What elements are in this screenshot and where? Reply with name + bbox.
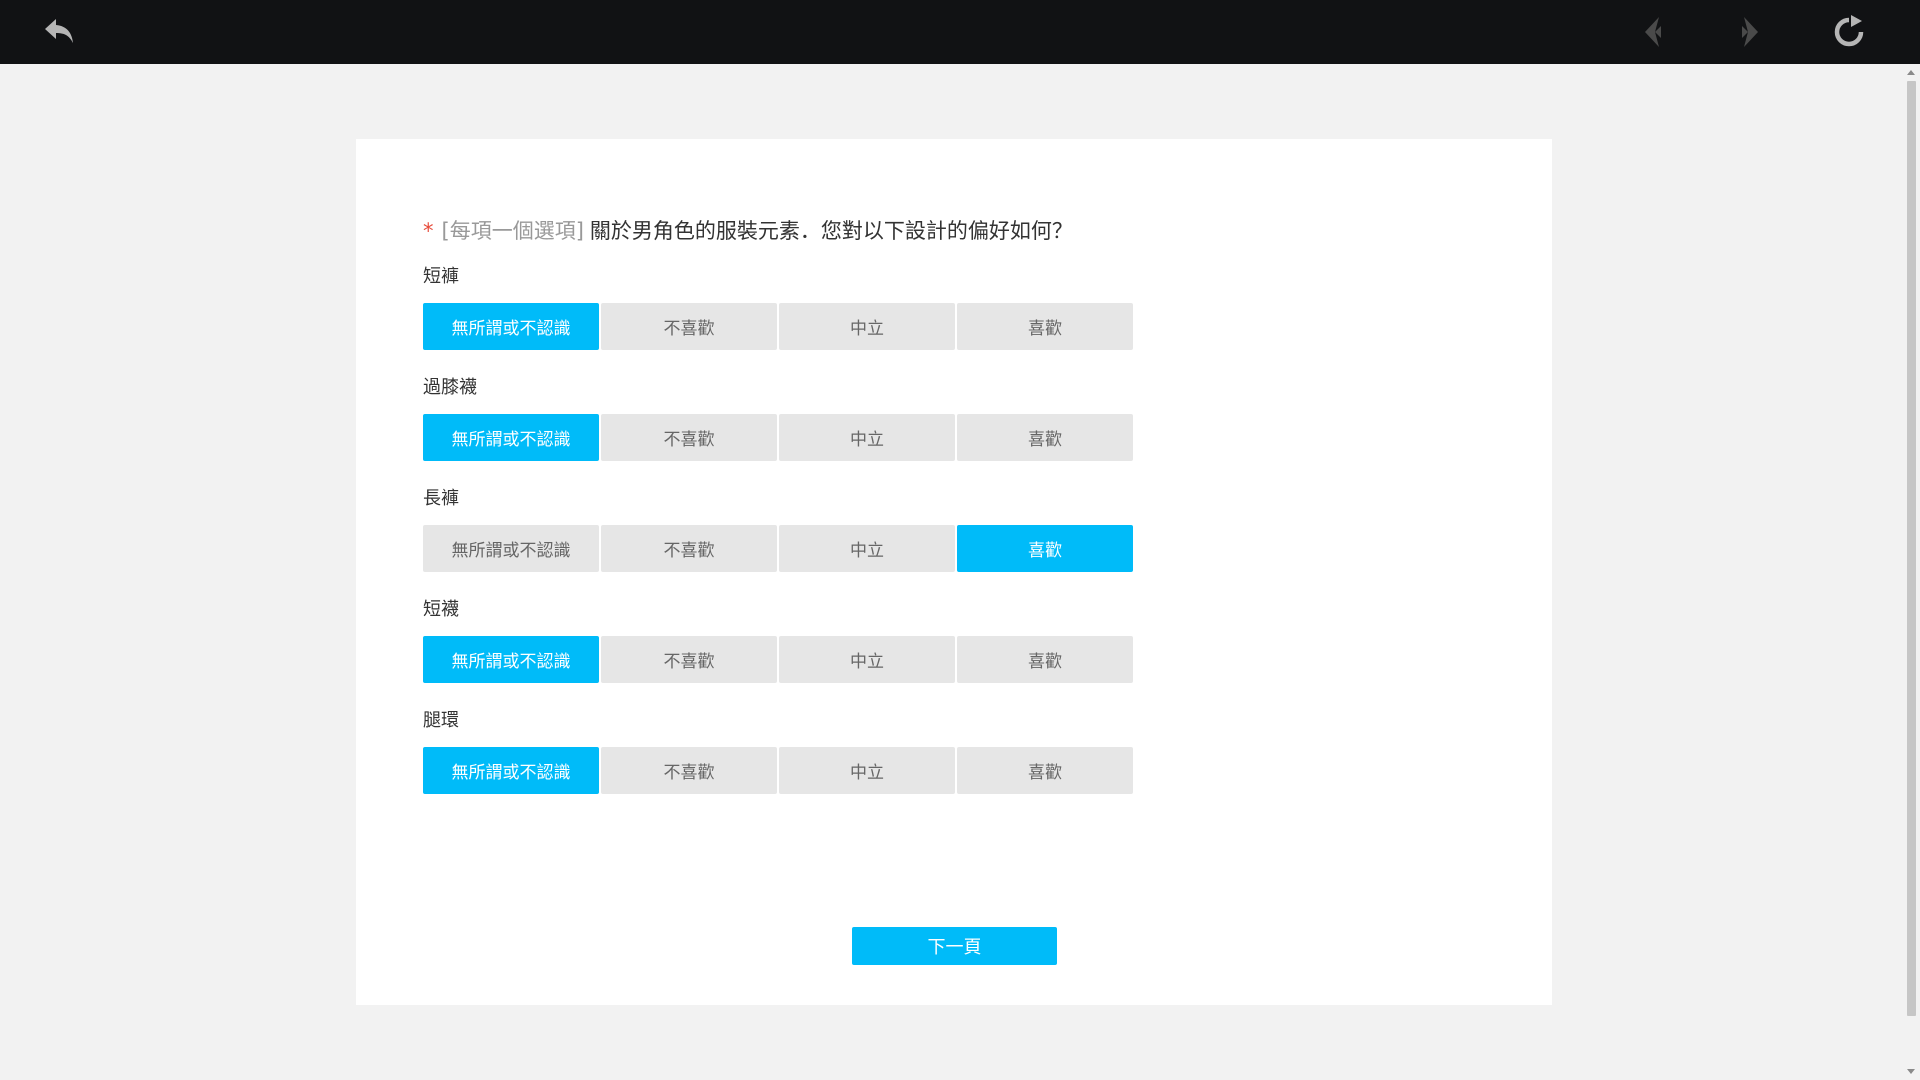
chevron-left-icon bbox=[1645, 17, 1661, 47]
item-label: 短褲 bbox=[423, 266, 459, 287]
option-button[interactable]: 無所謂或不認識 bbox=[423, 414, 599, 461]
option-group: 無所謂或不認識 不喜歡 中立 喜歡 bbox=[423, 303, 1135, 350]
option-button[interactable]: 喜歡 bbox=[957, 303, 1133, 350]
question-item: 腿環 無所謂或不認識 不喜歡 中立 喜歡 bbox=[423, 709, 1133, 794]
option-button[interactable]: 無所謂或不認識 bbox=[423, 747, 599, 794]
option-button[interactable]: 喜歡 bbox=[957, 747, 1133, 794]
item-label: 過膝襪 bbox=[423, 377, 477, 398]
option-button[interactable]: 喜歡 bbox=[957, 414, 1133, 461]
vertical-scrollbar[interactable] bbox=[1901, 64, 1920, 1080]
next-page-button[interactable]: 下一頁 bbox=[852, 927, 1057, 965]
question-hint: [每項一個選項] bbox=[441, 219, 584, 243]
option-group: 無所謂或不認識 不喜歡 中立 喜歡 bbox=[423, 636, 1135, 683]
history-back-button[interactable] bbox=[1633, 12, 1673, 52]
question-item: 長褲 無所謂或不認識 不喜歡 中立 喜歡 bbox=[423, 487, 1133, 572]
option-button[interactable]: 中立 bbox=[779, 414, 955, 461]
question-item: 過膝襪 無所謂或不認識 不喜歡 中立 喜歡 bbox=[423, 376, 1133, 461]
history-forward-button[interactable] bbox=[1730, 12, 1770, 52]
option-group: 無所謂或不認識 不喜歡 中立 喜歡 bbox=[423, 414, 1135, 461]
option-button[interactable]: 中立 bbox=[779, 525, 955, 572]
question-title: * [每項一個選項] 關於男角色的服裝元素．您對以下設計的偏好如何？ bbox=[423, 215, 1073, 245]
item-label: 長褲 bbox=[423, 488, 459, 509]
option-button[interactable]: 不喜歡 bbox=[601, 303, 777, 350]
question-text: 關於男角色的服裝元素．您對以下設計的偏好如何？ bbox=[589, 219, 1073, 243]
question-item: 短褲 無所謂或不認識 不喜歡 中立 喜歡 bbox=[423, 265, 1133, 350]
required-mark: * bbox=[423, 219, 434, 243]
option-button[interactable]: 中立 bbox=[779, 636, 955, 683]
option-button[interactable]: 無所謂或不認識 bbox=[423, 636, 599, 683]
item-label: 短襪 bbox=[423, 599, 459, 620]
option-group: 無所謂或不認識 不喜歡 中立 喜歡 bbox=[423, 525, 1135, 572]
question-item: 短襪 無所謂或不認識 不喜歡 中立 喜歡 bbox=[423, 598, 1133, 683]
option-button[interactable]: 不喜歡 bbox=[601, 636, 777, 683]
page-viewport: * [每項一個選項] 關於男角色的服裝元素．您對以下設計的偏好如何？ 短褲 無所謂或… bbox=[0, 64, 1920, 1080]
option-button[interactable]: 不喜歡 bbox=[601, 747, 777, 794]
top-toolbar bbox=[0, 0, 1920, 64]
option-button[interactable]: 不喜歡 bbox=[601, 414, 777, 461]
reload-button[interactable] bbox=[1829, 12, 1869, 52]
option-button[interactable]: 喜歡 bbox=[957, 525, 1133, 572]
chevron-right-icon bbox=[1742, 17, 1758, 47]
reload-icon bbox=[1834, 15, 1864, 47]
option-button[interactable]: 無所謂或不認識 bbox=[423, 525, 599, 572]
option-button[interactable]: 無所謂或不認識 bbox=[423, 303, 599, 350]
back-button[interactable] bbox=[40, 12, 80, 52]
option-button[interactable]: 中立 bbox=[779, 303, 955, 350]
survey-card: * [每項一個選項] 關於男角色的服裝元素．您對以下設計的偏好如何？ 短褲 無所謂或… bbox=[356, 139, 1552, 1005]
scroll-up-icon[interactable] bbox=[1907, 70, 1915, 75]
undo-arrow-icon bbox=[45, 19, 73, 43]
option-button[interactable]: 喜歡 bbox=[957, 636, 1133, 683]
option-button[interactable]: 不喜歡 bbox=[601, 525, 777, 572]
scrollbar-thumb[interactable] bbox=[1907, 81, 1916, 1016]
option-button[interactable]: 中立 bbox=[779, 747, 955, 794]
scroll-down-icon[interactable] bbox=[1907, 1069, 1915, 1074]
item-label: 腿環 bbox=[423, 710, 459, 731]
option-group: 無所謂或不認識 不喜歡 中立 喜歡 bbox=[423, 747, 1135, 794]
